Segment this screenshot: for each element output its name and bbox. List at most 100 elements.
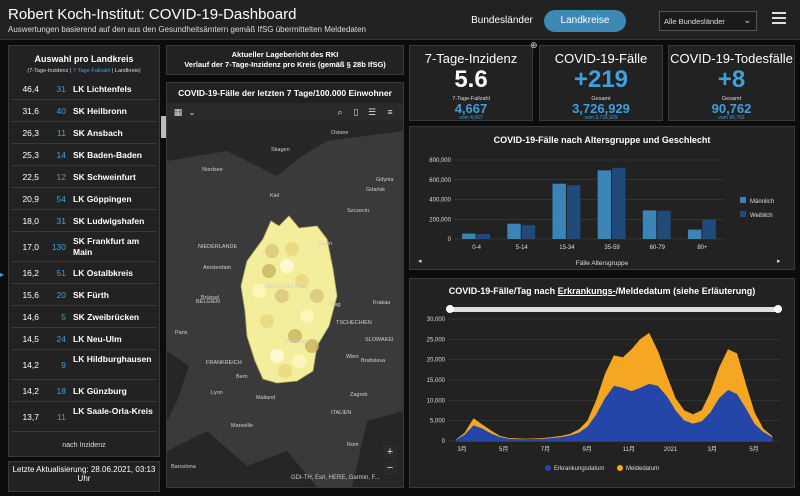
landkreis-row[interactable]: 17,0 130 SK Frankfurt am Main [11, 232, 157, 262]
landkreis-row[interactable]: 16,2 51 LK Ostalbkreis [11, 262, 157, 284]
landkreis-name: SK Baden-Baden [73, 150, 142, 160]
bar-männlich [642, 210, 657, 239]
landkreis-row[interactable]: 26,3 11 SK Ansbach [11, 122, 157, 144]
sort-label[interactable]: nach Inzidenz [9, 442, 159, 449]
chevron-left-icon[interactable]: ◂ [418, 257, 422, 265]
landkreis-row[interactable]: 13,728 LK Stade [11, 432, 157, 438]
landkreis-row[interactable]: 14,2 18 LK Günzburg [11, 380, 157, 402]
legend-label: Meldedatum [626, 466, 659, 472]
inzidenz-value: 17,0 [22, 242, 39, 252]
landkreis-name: LK Lichtenfels [73, 84, 132, 94]
landkreis-row[interactable]: 31,6 40 SK Heilbronn [11, 100, 157, 122]
bar-weiblich [476, 234, 491, 239]
map-place-label: SLOWAKEI [365, 337, 394, 343]
legend-swatch [740, 211, 746, 217]
y-tick-label: 0 [442, 439, 446, 445]
zoom-out-button[interactable]: − [383, 461, 397, 475]
zoom-in-button[interactable]: + [383, 445, 397, 459]
tab-bundeslaender[interactable]: Bundesländer [462, 10, 542, 32]
tab-landkreise[interactable]: Landkreise [544, 10, 626, 32]
inzidenz-value: 13,7 [11, 432, 39, 438]
legend-icon[interactable]: ≡ [383, 106, 397, 118]
chevron-right-icon[interactable]: ▸ [777, 257, 781, 265]
x-tick-label: 0-4 [472, 245, 481, 251]
landkreis-list-title: Auswahl pro Landkreis [34, 54, 134, 64]
inzidenz-value: 18,0 [22, 216, 39, 226]
landkreis-name: LK Ostalbkreis [73, 268, 133, 278]
landkreis-name: LK Hildburghausen [73, 354, 152, 364]
legend-swatch [740, 197, 746, 203]
legend-label: Männlich [750, 199, 774, 205]
district-shade [285, 242, 299, 256]
map-panel: COVID-19-Fälle der letzten 7 Tage/100.00… [166, 82, 404, 488]
legend-inzidenz: (7-Tage-Inzidenz | [27, 68, 73, 74]
district-shade [300, 309, 314, 323]
inzidenz-value: 46,4 [22, 84, 39, 94]
landkreis-row[interactable]: 14,6 5 SK Zweibrücken [11, 306, 157, 328]
map-place-label: ITALIEN [331, 410, 351, 416]
legend-swatch [545, 465, 551, 471]
district-shade [270, 349, 284, 363]
landkreis-list[interactable]: 46,4 31 LK Lichtenfels 31,6 40 SK Heilbronn 26… [9, 78, 159, 438]
landkreis-row[interactable]: 18,0 31 SK Ludwigshafen [11, 210, 157, 232]
age-chart: 0 200,000 400,000 600,000 800,000 0-4 5-14 15-3… [429, 158, 774, 251]
landkreis-row[interactable]: 20,9 54 LK Göppingen [11, 188, 157, 210]
inzidenz-value: 14,6 [22, 312, 39, 322]
district-shade [280, 259, 294, 273]
landkreis-row[interactable]: 14,5 24 LK Neu-Ulm [11, 328, 157, 350]
layers-icon[interactable]: ▦ [171, 106, 185, 118]
legend-swatch [617, 465, 623, 471]
map-place-label: Gdynia [376, 177, 394, 183]
landkreis-row[interactable]: 14,2 9 LK Hildburghausen [11, 350, 157, 380]
fallzahl-value: 51 [56, 268, 66, 278]
kpi-faelle-small: vom 3,726,929 [584, 115, 618, 121]
bundesland-select[interactable]: Alle Bundesländer ⌄ [659, 11, 757, 31]
inzidenz-value: 22,5 [22, 172, 39, 182]
district-shade [262, 264, 276, 278]
menu-icon[interactable] [772, 12, 786, 24]
landkreis-list-legend: (7-Tage-Inzidenz | 7-Tage-Fallzahl | Lan… [9, 68, 159, 74]
list-icon[interactable]: ☰ [365, 106, 379, 118]
landkreis-name: LK Saale-Orla-Kreis [73, 406, 153, 416]
kpi-faelle-sub-value: 3,726,929 [572, 101, 630, 116]
landkreis-row[interactable]: 13,7 11 LK Saale-Orla-Kreis [11, 402, 157, 432]
map-place-label: Berlin [318, 241, 332, 247]
map-title: COVID-19-Fälle der letzten 7 Tage/100.00… [167, 83, 403, 103]
map-place-label: Wien [346, 354, 359, 360]
map-toolbar: ▦ ⌄ ⌕ ▯ ☰ ≡ [167, 103, 403, 121]
y-tick-label: 10,000 [427, 398, 446, 404]
landkreis-row[interactable]: 15,6 20 SK Fürth [11, 284, 157, 306]
map-place-label: Paris [175, 330, 188, 336]
map-place-label: Marseille [231, 423, 253, 429]
map-place-label: Barcelona [171, 464, 197, 470]
header-bar: Robert Koch-Institut: COVID-19-Dashboard… [0, 0, 800, 40]
map-place-label: Bern [236, 374, 248, 380]
map-canvas[interactable]: NordseeDÄNEMARKKopenhagenMalmöOstseeSkag… [167, 121, 403, 487]
landkreis-row[interactable]: 25,3 14 SK Baden-Baden [11, 144, 157, 166]
landkreis-row[interactable]: 22,5 12 SK Schweinfurt [11, 166, 157, 188]
expand-left-icon[interactable]: ▸ [0, 270, 6, 280]
chevron-down-icon[interactable]: ⌄ [185, 106, 199, 118]
map-place-label: Zagreb [350, 392, 367, 398]
landkreis-row[interactable]: 46,4 31 LK Lichtenfels [11, 78, 157, 100]
landkreis-name: SK Ludwigshafen [73, 216, 145, 226]
fallzahl-value: 5 [61, 312, 66, 322]
map-place-label: TSCHECHIEN [336, 320, 372, 326]
district-shade [278, 364, 292, 378]
x-tick-label: 35-59 [604, 245, 620, 251]
timeline-chart[interactable]: 0 5,000 10,000 15,000 20,000 25,000 30,000 3月 5月… [410, 279, 794, 487]
bookmark-icon[interactable]: ▯ [349, 106, 363, 118]
x-tick-label: 5月 [499, 446, 508, 453]
map-place-label: Szczecin [347, 208, 369, 214]
inzidenz-value: 25,3 [22, 150, 39, 160]
fallzahl-value: 130 [51, 242, 66, 252]
age-chart-xlabel: Fälle Altersgruppe [575, 260, 629, 267]
search-icon[interactable]: ⌕ [333, 106, 347, 118]
landkreis-name: SK Ansbach [73, 128, 123, 138]
bundesland-select-value: Alle Bundesländer [664, 17, 725, 26]
lagebericht-link-panel[interactable]: Aktueller Lagebericht des RKI Verlauf de… [166, 45, 404, 75]
y-tick-label: 20,000 [427, 358, 446, 364]
inzidenz-value: 14,2 [22, 360, 39, 370]
fallzahl-value: 12 [56, 172, 66, 182]
map-place-label: Skagen [271, 147, 290, 153]
